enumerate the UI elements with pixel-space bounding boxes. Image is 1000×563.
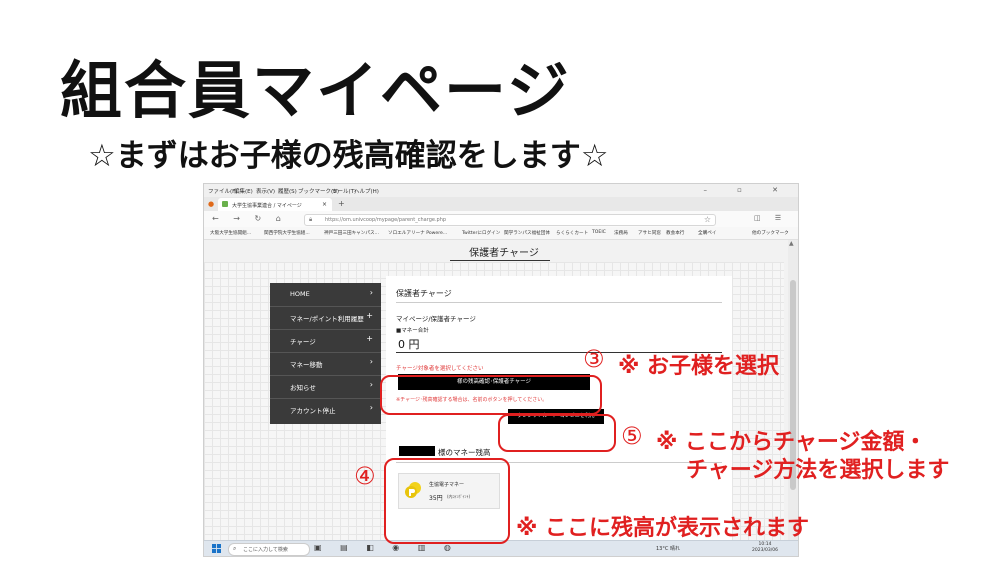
url-bar[interactable]: 🔒︎ https://om.univcoop/mypage/parent_cha… [304,214,716,226]
bookmark-item[interactable]: Twitterにログイン [462,230,500,236]
menu-help[interactable]: ヘルプ(H) [354,187,379,195]
taskbar-search-placeholder: ここに入力して検索 [243,547,288,553]
window-controls[interactable]: – ▫ ✕ [703,186,792,194]
tab-close-icon[interactable]: × [322,201,327,208]
bookmark-star-icon[interactable]: ☆ [704,215,711,224]
sidebar-item-news[interactable]: お知らせ › [270,375,381,399]
sidebar-item-label: マネー移動 [290,361,323,369]
bookmark-item[interactable]: 他のブックマーク [752,230,789,236]
taskbar-apps[interactable]: ▣ ▤ ◧ ◉ ▥ ◍ [314,543,459,552]
annotation-number-5: ⑤ [621,422,643,450]
firefox-icon: ● [208,200,215,208]
url-text: https://om.univcoop/mypage/parent_charge… [325,217,447,223]
scrollbar[interactable]: ▲ [788,240,798,540]
sidebar-item-money-transfer[interactable]: マネー移動 › [270,352,381,376]
bookmark-item[interactable]: らくらくカート [556,230,588,236]
slide-subtitle: ☆まずはお子様の残高確認をします☆ [88,138,609,174]
bookmark-item[interactable]: 法務局 [614,230,628,236]
sidebar-item-home[interactable]: HOME › [270,283,381,307]
plus-icon: + [366,311,373,320]
bookmark-item[interactable]: アサヒ同窓 [638,230,661,236]
divider [396,302,722,303]
child-balance-heading: 様のマネー残高 [438,448,491,457]
menu-history[interactable]: 履歴(S) [278,187,297,195]
menu-bar: ファイル(F) 編集(E) 表示(V) 履歴(S) ブックマーク(B) ツール(… [204,184,798,197]
heading-underline [450,260,550,261]
bookmark-item[interactable]: 関西学院大学生協組... [264,230,310,236]
tab-label: 大学生協事業連合 / マイページ [232,203,302,209]
page-heading: 保護者チャージ [469,248,539,259]
sidebar-item-label: アカウント停止 [290,407,336,415]
slide-title: 組合員マイページ [60,54,571,127]
chevron-right-icon: › [369,357,373,366]
lock-icon: 🔒︎ [309,216,313,223]
annotation-box-credit-button [498,414,616,452]
annotation-number-4: ④ [354,462,376,490]
redacted-name [399,446,435,456]
annotation-number-3: ③ [583,345,605,373]
tab-mypage[interactable]: 大学生協事業連合 / マイページ × [218,198,332,211]
toolbar-icons[interactable]: ◫ ☰ [754,214,787,222]
menu-tools[interactable]: ツール(T) [332,187,356,195]
annotation-box-child-select [380,375,602,415]
sidebar-item-label: HOME [290,290,310,298]
chevron-right-icon: › [369,288,373,297]
bookmark-item[interactable]: 神戸三田三田キャンパス... [324,230,379,236]
money-total-value: 0 円 [398,338,420,351]
sidebar-item-charge[interactable]: チャージ + [270,329,381,353]
bookmark-item[interactable]: TOEIC [592,230,606,235]
tab-bar: ● 大学生協事業連合 / マイページ × + [204,197,798,211]
sidebar-item-label: チャージ [290,338,316,346]
clock-date: 2023/03/06 [752,548,778,553]
card-title: 保護者チャージ [396,289,452,298]
chevron-right-icon: › [369,403,373,412]
new-tab-icon[interactable]: + [338,199,345,208]
windows-start-icon[interactable] [212,544,221,553]
breadcrumb: マイページ/保護者チャージ [396,315,476,323]
menu-view[interactable]: 表示(V) [256,187,275,195]
plus-icon: + [366,334,373,343]
annotation-note-5-line2: チャージ方法を選択します [686,458,950,483]
nav-buttons[interactable]: ← → ↻ ⌂ [212,214,287,223]
bookmark-item[interactable]: 全購ペイ [698,230,716,236]
bookmark-item[interactable]: 大阪大学生協開組... [210,230,251,236]
sidebar-item-label: お知らせ [290,384,316,392]
select-hint: チャージ対象者を選択してください [396,366,484,372]
navigation-bar: ← → ↻ ⌂ 🔒︎ https://om.univcoop/mypage/pa… [204,211,798,227]
clock[interactable]: 10:14 2023/03/06 [752,542,778,554]
sidebar-item-label: マネー/ポイント利用履歴 [290,315,364,323]
search-icon: ⌕ [233,545,237,552]
weather-widget[interactable]: 13°C 晴れ [656,545,680,552]
bookmark-item[interactable]: 教会本行 [666,230,684,236]
sidebar-item-history[interactable]: マネー/ポイント利用履歴 + [270,306,381,330]
annotation-box-child-balance [384,458,510,544]
money-total-label: ■マネー合計 [396,328,429,334]
menu-edit[interactable]: 編集(E) [234,187,253,195]
bookmark-item[interactable]: ソロエルアリーナ Powere... [388,230,447,236]
sidebar-menu: HOME › マネー/ポイント利用履歴 + チャージ + マネー移動 › お知ら… [270,283,381,424]
site-favicon-icon [222,201,228,207]
taskbar-search[interactable]: ⌕ ここに入力して検索 [228,543,310,556]
scroll-up-icon[interactable]: ▲ [789,240,794,247]
bookmarks-bar: 大阪大学生協開組... 関西学院大学生協組... 神戸三田三田キャンパス... … [204,227,798,240]
sidebar-item-account-stop[interactable]: アカウント停止 › [270,398,381,421]
annotation-note-4: ※ ここに残高が表示されます [516,516,810,541]
bookmark-item[interactable]: 関学ランパス福祉団体 [504,230,550,236]
annotation-note-3: ※ お子様を選択 [618,354,780,379]
chevron-right-icon: › [369,380,373,389]
